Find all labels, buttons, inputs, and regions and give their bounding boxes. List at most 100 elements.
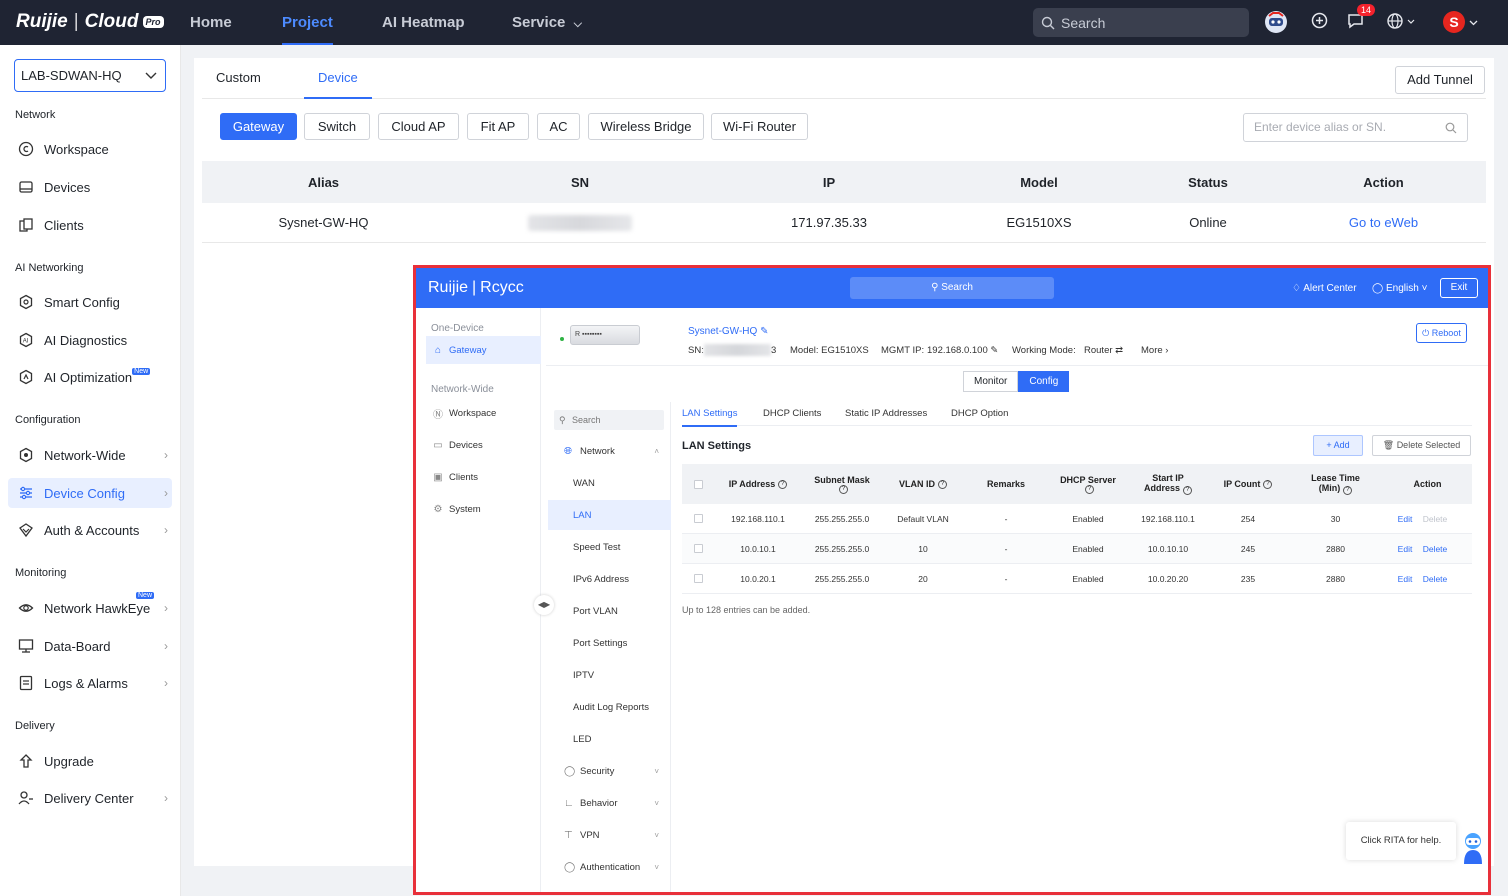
- go-to-eweb-link[interactable]: Go to eWeb: [1281, 203, 1486, 242]
- menu-item-led[interactable]: LED: [548, 724, 671, 754]
- global-search[interactable]: Search: [1033, 8, 1249, 37]
- menu-item-port-settings[interactable]: Port Settings: [548, 628, 671, 658]
- mgmt-ip-value[interactable]: 192.168.0.100 ✎: [927, 345, 998, 356]
- sidebar-item-data-board[interactable]: Data-Board ›: [8, 631, 172, 661]
- help-icon[interactable]: ?: [778, 479, 788, 489]
- help-icon[interactable]: ?: [1343, 486, 1353, 495]
- top-bar: Ruijie | Cloud Pro Home Project AI Heatm…: [0, 0, 1508, 45]
- tab-custom[interactable]: Custom: [216, 70, 261, 85]
- ruijie-cloud-logo[interactable]: Ruijie | Cloud Pro: [16, 11, 164, 33]
- tab-lan-settings[interactable]: LAN Settings: [682, 408, 738, 427]
- avatar-chevron-down-icon[interactable]: [1469, 14, 1478, 32]
- edit-link[interactable]: Edit: [1393, 534, 1417, 563]
- rita-help-bubble[interactable]: Click RITA for help.: [1346, 822, 1456, 860]
- menu-item-iptv[interactable]: IPTV: [548, 660, 671, 690]
- nav-service[interactable]: Service ⌵: [512, 0, 582, 45]
- exit-button[interactable]: Exit: [1440, 278, 1478, 298]
- tab-dhcp-option[interactable]: DHCP Option: [951, 408, 1008, 419]
- menu-item-wan[interactable]: WAN: [548, 468, 671, 498]
- user-avatar[interactable]: S: [1443, 11, 1465, 33]
- menu-group-vpn[interactable]: ⊤ VPN ˅: [548, 820, 671, 850]
- sidebar-item-network-wide[interactable]: Network-Wide ›: [8, 440, 172, 470]
- cell-start-ip: 10.0.10.10: [1147, 543, 1189, 554]
- language-select[interactable]: ◯ English ˅: [1372, 283, 1427, 294]
- menu-item-ipv6-address[interactable]: IPv6 Address: [548, 564, 671, 594]
- menu-group-authentication[interactable]: ◯ Authentication ˅: [548, 852, 671, 882]
- menu-group-security[interactable]: ◯ Security ˅: [548, 756, 671, 786]
- nav-ai-heatmap[interactable]: AI Heatmap: [382, 0, 465, 45]
- more-link[interactable]: More ›: [1141, 345, 1168, 356]
- device-name-link[interactable]: Sysnet-GW-HQ ✎: [688, 326, 768, 337]
- sidebar-item-device-config[interactable]: Device Config ›: [8, 478, 172, 508]
- nav-project[interactable]: Project: [282, 0, 333, 45]
- collapse-toggle-icon[interactable]: ◀▶: [534, 595, 554, 615]
- edit-link[interactable]: Edit: [1393, 504, 1417, 533]
- tab-static-ip[interactable]: Static IP Addresses: [845, 408, 927, 419]
- assistant-robot-icon[interactable]: [1263, 9, 1289, 40]
- config-button[interactable]: Config: [1018, 371, 1070, 392]
- help-icon[interactable]: ?: [1085, 484, 1094, 494]
- sidebar-item-network-hawkeye[interactable]: Network HawkEye New ›: [8, 592, 172, 623]
- edit-pencil-icon[interactable]: ✎: [990, 345, 998, 356]
- type-wifi-router[interactable]: Wi-Fi Router: [711, 113, 808, 140]
- sidebar-item-auth-accounts[interactable]: Auth & Accounts ›: [8, 515, 172, 545]
- row-checkbox[interactable]: [682, 504, 714, 533]
- nav-home[interactable]: Home: [190, 0, 232, 45]
- sidebar-item-label: AI Optimization: [44, 369, 133, 385]
- row-checkbox[interactable]: [682, 534, 714, 563]
- reboot-button[interactable]: ⏻ Reboot: [1416, 323, 1467, 343]
- type-cloud-ap[interactable]: Cloud AP: [378, 113, 459, 140]
- sidebar-item-delivery-center[interactable]: Delivery Center ›: [8, 783, 172, 813]
- select-all-checkbox[interactable]: [682, 464, 714, 504]
- alert-center-button[interactable]: ♢ Alert Center: [1292, 283, 1357, 294]
- help-icon[interactable]: ?: [1183, 486, 1192, 495]
- sidebar-item-ai-diagnostics[interactable]: AI AI Diagnostics: [8, 325, 172, 355]
- type-wireless-bridge[interactable]: Wireless Bridge: [588, 113, 704, 140]
- ai-optimization-icon: [16, 367, 36, 387]
- menu-group-network[interactable]: 🌐︎ Network ˄: [548, 436, 671, 466]
- delete-link[interactable]: Delete: [1419, 534, 1451, 563]
- menu-item-audit-log-reports[interactable]: Audit Log Reports: [548, 692, 671, 722]
- menu-item-speed-test[interactable]: Speed Test: [548, 532, 671, 562]
- add-tunnel-button[interactable]: Add Tunnel: [1395, 66, 1485, 94]
- monitor-button[interactable]: Monitor: [963, 371, 1019, 392]
- tab-dhcp-clients[interactable]: DHCP Clients: [763, 408, 821, 419]
- help-icon[interactable]: ?: [938, 479, 947, 489]
- sidebar-item-workspace[interactable]: Workspace: [8, 134, 172, 164]
- sidebar-item-clients[interactable]: Clients: [8, 210, 172, 240]
- delete-link[interactable]: Delete: [1419, 564, 1451, 593]
- working-mode-value[interactable]: Router ⇄: [1084, 345, 1123, 356]
- menu-item-lan[interactable]: LAN: [548, 500, 671, 530]
- left-item-workspace[interactable]: Ⓝ Workspace: [426, 399, 541, 427]
- sidebar-item-logs-alarms[interactable]: Logs & Alarms ›: [8, 668, 172, 698]
- menu-search-input[interactable]: ⚲ Search: [554, 410, 664, 430]
- menu-item-port-vlan[interactable]: Port VLAN: [548, 596, 671, 626]
- device-search-input[interactable]: Enter device alias or SN.: [1243, 113, 1468, 142]
- type-ac[interactable]: AC: [537, 113, 580, 140]
- sidebar-item-devices[interactable]: Devices: [8, 172, 172, 202]
- add-circle-icon[interactable]: [1311, 12, 1328, 34]
- help-icon[interactable]: ?: [1263, 479, 1273, 489]
- edit-pencil-icon[interactable]: ✎: [760, 326, 768, 337]
- delete-selected-button[interactable]: 🗑︎ Delete Selected: [1372, 435, 1471, 456]
- sidebar-item-upgrade[interactable]: Upgrade: [8, 746, 172, 776]
- project-select[interactable]: LAB-SDWAN-HQ: [14, 59, 166, 92]
- type-gateway[interactable]: Gateway: [220, 113, 297, 140]
- add-button[interactable]: + Add: [1313, 435, 1363, 456]
- rita-assistant-icon[interactable]: [1459, 830, 1487, 864]
- left-item-system[interactable]: ⚙ System: [426, 495, 541, 523]
- globe-icon[interactable]: [1386, 12, 1416, 35]
- edit-link[interactable]: Edit: [1393, 564, 1417, 593]
- type-switch[interactable]: Switch: [304, 113, 370, 140]
- left-item-gateway[interactable]: ⌂ Gateway: [426, 336, 541, 364]
- sidebar-item-ai-optimization[interactable]: AI Optimization New: [8, 362, 172, 392]
- eweb-search[interactable]: ⚲ Search: [850, 277, 1054, 299]
- sidebar-item-smart-config[interactable]: Smart Config: [8, 287, 172, 317]
- tab-device[interactable]: Device: [304, 70, 372, 99]
- row-checkbox[interactable]: [682, 564, 714, 593]
- menu-group-behavior[interactable]: ∟ Behavior ˅: [548, 788, 671, 818]
- type-fit-ap[interactable]: Fit AP: [467, 113, 529, 140]
- left-item-clients[interactable]: ▣ Clients: [426, 463, 541, 491]
- help-icon[interactable]: ?: [839, 484, 848, 494]
- left-item-devices[interactable]: ▭ Devices: [426, 431, 541, 459]
